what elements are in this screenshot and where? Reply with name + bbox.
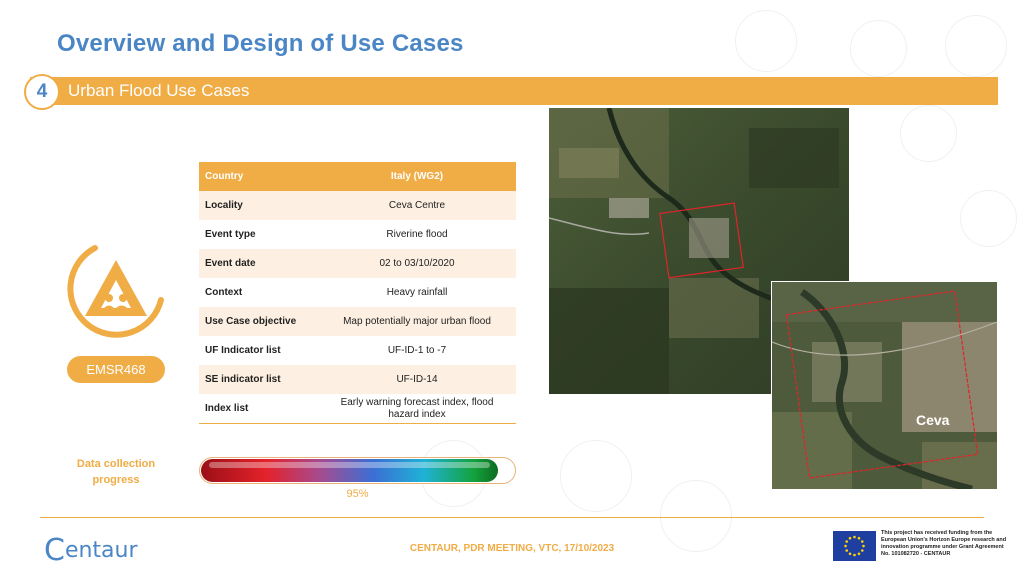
row-key: Context <box>199 278 318 307</box>
table-row: Index list Early warning forecast index,… <box>199 394 516 424</box>
background-decoration <box>560 440 632 512</box>
row-value: Riverine flood <box>318 220 516 249</box>
table-header-row: Country Italy (WG2) <box>199 162 516 191</box>
table-row: UF Indicator list UF-ID-1 to -7 <box>199 336 516 365</box>
table-row: Event date 02 to 03/10/2020 <box>199 249 516 278</box>
row-key: UF Indicator list <box>199 336 318 365</box>
page-title: Overview and Design of Use Cases <box>57 30 464 57</box>
eu-star <box>845 540 849 543</box>
eu-star <box>860 549 864 552</box>
footer-divider <box>40 517 984 518</box>
row-key: Event type <box>199 220 318 249</box>
table-row: Use Case objective Map potentially major… <box>199 307 516 336</box>
row-value: 02 to 03/10/2020 <box>318 249 516 278</box>
row-value: UF-ID-14 <box>318 365 516 394</box>
row-value: Early warning forecast index, flood haza… <box>318 394 516 424</box>
background-decoration <box>660 480 732 552</box>
background-decoration <box>960 190 1017 247</box>
background-decoration <box>945 15 1007 77</box>
eu-star <box>862 544 865 548</box>
progress-bar-shine <box>209 462 490 468</box>
row-key: Use Case objective <box>199 307 318 336</box>
background-decoration <box>900 105 957 162</box>
table-row: Context Heavy rainfall <box>199 278 516 307</box>
flood-logo-icon <box>65 240 167 342</box>
section-title: Urban Flood Use Cases <box>68 81 250 100</box>
row-key: Index list <box>199 394 318 424</box>
progress-label: Data collection progress <box>76 458 156 486</box>
progress-bar <box>199 457 516 484</box>
background-decoration <box>850 20 907 77</box>
eu-funding-notice: This project has received funding from t… <box>881 530 1007 557</box>
table-row: SE indicator list UF-ID-14 <box>199 365 516 394</box>
background-decoration <box>735 10 797 72</box>
eu-star <box>857 536 861 540</box>
row-key: SE indicator list <box>199 365 318 394</box>
eu-flag-icon <box>833 531 876 561</box>
satellite-map-zoom <box>771 281 998 490</box>
table-header-value: Italy (WG2) <box>318 162 516 191</box>
eu-star <box>845 549 849 552</box>
emsr-badge: EMSR468 <box>67 356 165 383</box>
row-value: Heavy rainfall <box>318 278 516 307</box>
progress-value: 95% <box>346 488 369 500</box>
eu-star <box>844 544 847 548</box>
row-key: Locality <box>199 191 318 220</box>
row-value: Ceva Centre <box>318 191 516 220</box>
section-number: 4 <box>24 74 60 110</box>
eu-star <box>860 540 864 543</box>
row-key: Event date <box>199 249 318 278</box>
eu-star <box>848 536 852 540</box>
table-header-key: Country <box>199 162 318 191</box>
eu-star <box>857 552 861 556</box>
eu-star <box>853 535 856 539</box>
use-case-table: Country Italy (WG2) Locality Ceva Centre… <box>199 162 516 424</box>
table-row: Locality Ceva Centre <box>199 191 516 220</box>
progress-bar-fill <box>201 459 498 482</box>
row-value: UF-ID-1 to -7 <box>318 336 516 365</box>
table-row: Event type Riverine flood <box>199 220 516 249</box>
eu-star <box>853 553 856 557</box>
row-value: Map potentially major urban flood <box>318 307 516 336</box>
section-banner: Urban Flood Use Cases <box>30 77 998 105</box>
map-place-label: Ceva <box>916 412 950 428</box>
eu-star <box>848 552 852 556</box>
